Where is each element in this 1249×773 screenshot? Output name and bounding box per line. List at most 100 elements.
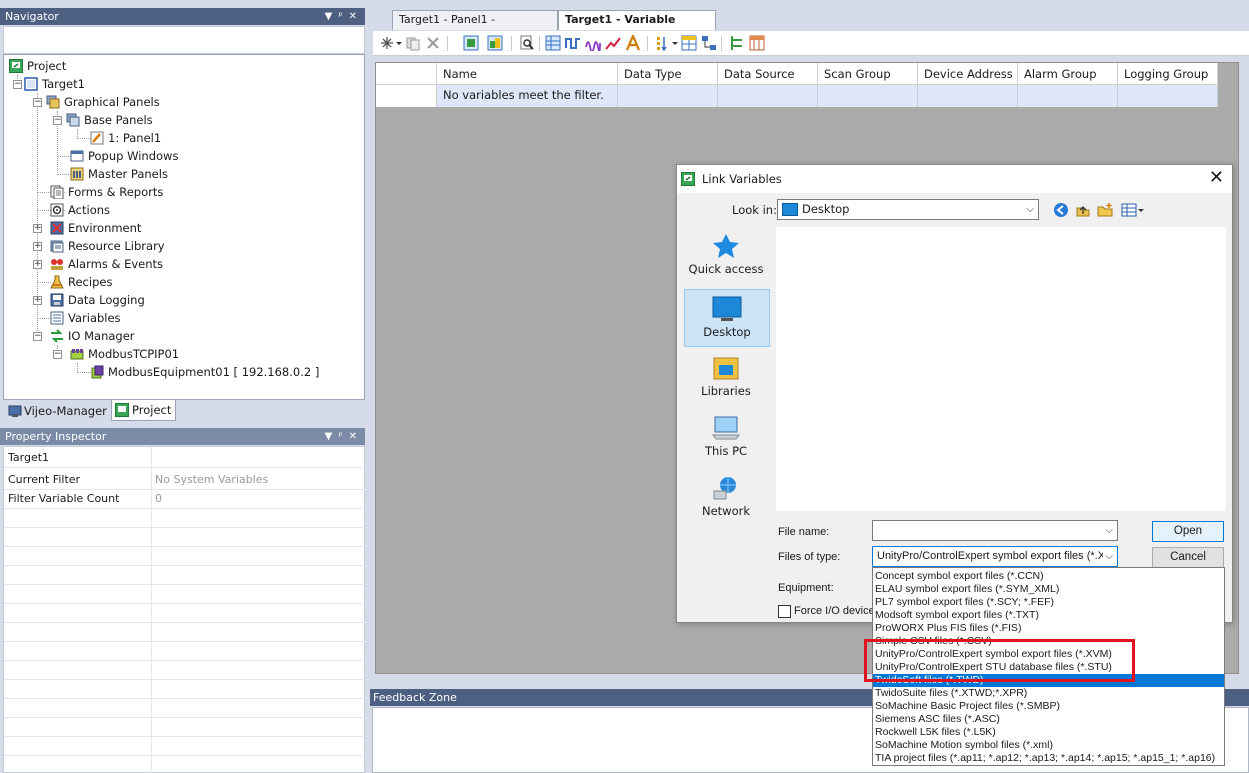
tree-item-base-panels[interactable]: Base Panels xyxy=(66,111,153,129)
tree-structure-icon[interactable] xyxy=(729,35,745,51)
file-type-option[interactable]: Concept symbol export files (*.CCN) xyxy=(873,570,1224,583)
chevron-down-icon[interactable] xyxy=(395,35,403,51)
file-type-option[interactable]: Siemens ASC files (*.ASC) xyxy=(873,713,1224,726)
new-variable-icon[interactable] xyxy=(379,35,395,51)
dropdown-icon[interactable]: ▼ xyxy=(325,428,337,445)
tree-item-popup-windows[interactable]: Popup Windows xyxy=(70,147,178,165)
tree-item-environment[interactable]: Environment xyxy=(50,219,141,237)
file-type-option[interactable]: SoMachine Basic Project files (*.SMBP) xyxy=(873,700,1224,713)
structure-icon[interactable] xyxy=(701,35,717,51)
tree-item-graphical-panels[interactable]: Graphical Panels xyxy=(46,93,160,111)
file-type-option[interactable]: ProWORX Plus FIS files (*.FIS) xyxy=(873,622,1224,635)
collapse-toggle[interactable]: − xyxy=(53,116,62,125)
property-row[interactable]: Filter Variable Count 0 xyxy=(4,490,366,509)
tree-item-panel1[interactable]: 1: Panel1 xyxy=(90,129,161,147)
pulse-icon[interactable] xyxy=(565,35,581,51)
vijeo-manager-icon xyxy=(8,405,22,417)
grid-view-icon[interactable] xyxy=(545,35,561,51)
libraries-icon xyxy=(713,357,739,380)
place-desktop[interactable]: Desktop xyxy=(684,289,770,347)
tree-item-target[interactable]: Target1 xyxy=(24,75,85,93)
column-header-alarm-group[interactable]: Alarm Group xyxy=(1018,63,1118,85)
file-type-option[interactable]: Rockwell L5K files (*.L5K) xyxy=(873,726,1224,739)
expand-toggle[interactable]: + xyxy=(33,242,42,251)
find-icon[interactable] xyxy=(519,35,535,51)
tab-vijeo-manager[interactable]: Vijeo-Manager xyxy=(5,400,111,421)
property-row[interactable]: Current Filter No System Variables xyxy=(4,471,366,490)
open-button[interactable]: Open xyxy=(1152,521,1224,542)
expand-toggle[interactable]: + xyxy=(33,224,42,233)
place-network[interactable]: Network xyxy=(683,469,769,527)
new-folder-icon[interactable] xyxy=(1097,202,1113,218)
expand-toggle[interactable]: + xyxy=(33,260,42,269)
file-name-input[interactable]: ⌵ xyxy=(872,520,1118,541)
table-icon[interactable] xyxy=(681,35,697,51)
file-type-option[interactable]: PL7 symbol export files (*.SCY; *.FEF) xyxy=(873,596,1224,609)
tree-item-alarms-events[interactable]: Alarms & Events xyxy=(50,255,163,273)
view-menu-icon[interactable] xyxy=(1121,202,1145,218)
grid-cell xyxy=(818,85,918,107)
force-io-checkbox[interactable] xyxy=(778,605,791,618)
file-type-option[interactable]: TIA project files (*.ap11; *.ap12; *.ap1… xyxy=(873,752,1224,765)
look-in-select[interactable]: Desktop ⌵ xyxy=(777,199,1039,220)
file-type-option[interactable]: TwidoSuite files (*.XTWD;*.XPR) xyxy=(873,687,1224,700)
close-icon[interactable]: ✕ xyxy=(349,8,361,25)
column-header-logging-group[interactable]: Logging Group xyxy=(1118,63,1218,85)
filter-system-icon[interactable] xyxy=(487,35,503,51)
tree-item-data-logging[interactable]: Data Logging xyxy=(50,291,145,309)
export-icon[interactable] xyxy=(749,35,765,51)
delete-icon[interactable] xyxy=(425,35,441,51)
column-header-data-source[interactable]: Data Source xyxy=(718,63,818,85)
filter-variables-icon[interactable] xyxy=(463,35,479,51)
row-header[interactable] xyxy=(376,85,437,107)
tree-item-modbus-driver[interactable]: ModbusTCPIP01 xyxy=(70,345,179,363)
tree-item-modbus-equipment[interactable]: ModbusEquipment01 [ 192.168.0.2 ] xyxy=(90,363,319,381)
place-this-pc[interactable]: This PC xyxy=(683,409,769,467)
file-type-option[interactable]: Modsoft symbol export files (*.TXT) xyxy=(873,609,1224,622)
waveform-icon[interactable] xyxy=(585,35,601,51)
pin-icon[interactable]: ᵖ xyxy=(338,428,346,445)
column-header-data-type[interactable]: Data Type xyxy=(618,63,718,85)
property-row[interactable]: Target1 xyxy=(4,449,366,468)
tree-item-forms-reports[interactable]: Forms & Reports xyxy=(50,183,163,201)
column-header-scan-group[interactable]: Scan Group xyxy=(818,63,918,85)
pin-icon[interactable]: ᵖ xyxy=(338,8,346,25)
tree-item-label: Resource Library xyxy=(68,239,165,253)
up-folder-icon[interactable] xyxy=(1075,202,1091,218)
tree-item-io-manager[interactable]: IO Manager xyxy=(50,327,135,345)
place-quick-access[interactable]: Quick access xyxy=(683,227,769,285)
cancel-button[interactable]: Cancel xyxy=(1152,547,1224,568)
expand-toggle[interactable]: + xyxy=(33,296,42,305)
tab-variable-editor[interactable]: Target1 - Variable Editor ✕ xyxy=(558,10,716,44)
dropdown-icon[interactable]: ▼ xyxy=(325,8,337,25)
tree-item-master-panels[interactable]: Master Panels xyxy=(70,165,168,183)
collapse-toggle[interactable]: − xyxy=(33,332,42,341)
forms-icon xyxy=(50,185,64,199)
tree-item-resource-library[interactable]: Resource Library xyxy=(50,237,165,255)
tree-item-recipes[interactable]: Recipes xyxy=(50,273,112,291)
files-of-type-select[interactable]: UnityPro/ControlExpert symbol export fil… xyxy=(872,546,1118,567)
column-header-name[interactable]: Name xyxy=(437,63,618,85)
collapse-toggle[interactable]: − xyxy=(33,98,42,107)
collapse-toggle[interactable]: − xyxy=(13,80,22,89)
trend-icon[interactable] xyxy=(605,35,621,51)
tab-panel1-language1[interactable]: Target1 - Panel1 - Language1 xyxy=(392,10,558,44)
place-libraries[interactable]: Libraries xyxy=(683,349,769,407)
file-type-option[interactable]: ELAU symbol export files (*.SYM_XML) xyxy=(873,583,1224,596)
file-type-option[interactable]: SoMachine Motion symbol files (*.xml) xyxy=(873,739,1224,752)
tree-item-variables[interactable]: Variables xyxy=(50,309,121,327)
tree-item-actions[interactable]: Actions xyxy=(50,201,110,219)
collapse-toggle[interactable]: − xyxy=(53,350,62,359)
file-list[interactable] xyxy=(776,227,1226,511)
column-header-device-address[interactable]: Device Address xyxy=(918,63,1018,85)
close-icon[interactable]: ✕ xyxy=(349,428,361,445)
copy-icon[interactable] xyxy=(405,35,421,51)
text-icon[interactable] xyxy=(625,35,641,51)
project-tree[interactable]: − − − + + + + − − Project Target1 Graphi… xyxy=(3,54,365,400)
back-icon[interactable] xyxy=(1053,202,1069,218)
chevron-down-icon[interactable] xyxy=(671,35,679,51)
tree-item-project[interactable]: Project xyxy=(9,57,66,75)
tab-project[interactable]: Project xyxy=(111,400,177,421)
sort-icon[interactable] xyxy=(655,35,671,51)
close-icon[interactable]: ✕ xyxy=(1209,169,1224,187)
